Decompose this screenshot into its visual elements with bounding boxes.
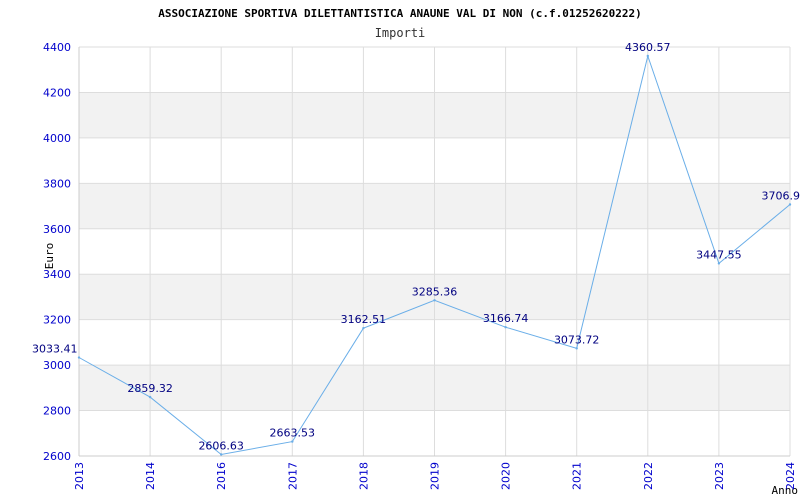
data-point <box>148 395 152 399</box>
x-tick-label: 2022 <box>642 462 655 490</box>
data-point <box>504 326 507 329</box>
x-tick-label: 2021 <box>571 462 584 490</box>
data-label: 2859.32 <box>127 382 173 395</box>
y-tick-label: 3000 <box>43 359 71 372</box>
x-tick-label: 2013 <box>73 462 86 490</box>
data-label: 3073.72 <box>554 333 600 346</box>
y-tick-label: 4000 <box>43 132 71 145</box>
chart-title: ASSOCIAZIONE SPORTIVA DILETTANTISTICA AN… <box>158 7 641 20</box>
data-label: 2606.63 <box>198 439 244 452</box>
chart-subtitle: Importi <box>375 26 426 40</box>
x-tick-label: 2019 <box>429 462 442 490</box>
data-point <box>220 453 223 456</box>
y-tick-label: 3400 <box>43 268 71 281</box>
y-tick-label: 4200 <box>43 86 71 99</box>
data-label: 3447.55 <box>696 248 742 261</box>
data-label: 3166.74 <box>483 312 529 325</box>
data-point <box>717 262 721 265</box>
y-tick-label: 4400 <box>43 41 71 54</box>
data-label: 2663.53 <box>270 427 316 440</box>
x-tick-label: 2014 <box>144 462 157 490</box>
y-axis-label: Euro <box>43 243 56 270</box>
y-tick-label: 3200 <box>43 314 71 327</box>
y-tick-label: 2600 <box>43 450 71 463</box>
y-tick-label: 3800 <box>43 177 71 190</box>
data-point <box>788 203 792 206</box>
data-point <box>575 347 578 350</box>
data-point <box>433 299 436 302</box>
x-tick-label: 2017 <box>286 462 299 490</box>
x-tick-label: 2023 <box>713 462 726 490</box>
data-point <box>77 356 81 359</box>
x-tick-labels: 2013 2014 2016 2017 2018 2019 2020 2021 2022 2023… <box>73 462 797 490</box>
data-point <box>362 326 365 330</box>
x-tick-label: 2016 <box>215 462 228 490</box>
data-label: 3706.9 <box>762 189 800 202</box>
data-point <box>646 54 649 58</box>
x-tick-label: 2018 <box>357 462 370 490</box>
x-tick-label: 2020 <box>500 462 513 490</box>
data-point <box>291 440 294 443</box>
y-tick-label: 2800 <box>43 405 71 418</box>
data-label: 3033.41 <box>32 343 78 356</box>
x-tick-label: 2024 <box>784 462 797 490</box>
y-tick-label: 3600 <box>43 223 71 236</box>
data-label: 3285.36 <box>412 285 458 298</box>
data-label: 4360.57 <box>625 41 671 54</box>
data-label: 3162.51 <box>341 313 387 326</box>
line-chart: ASSOCIAZIONE SPORTIVA DILETTANTISTICA AN… <box>32 7 800 497</box>
